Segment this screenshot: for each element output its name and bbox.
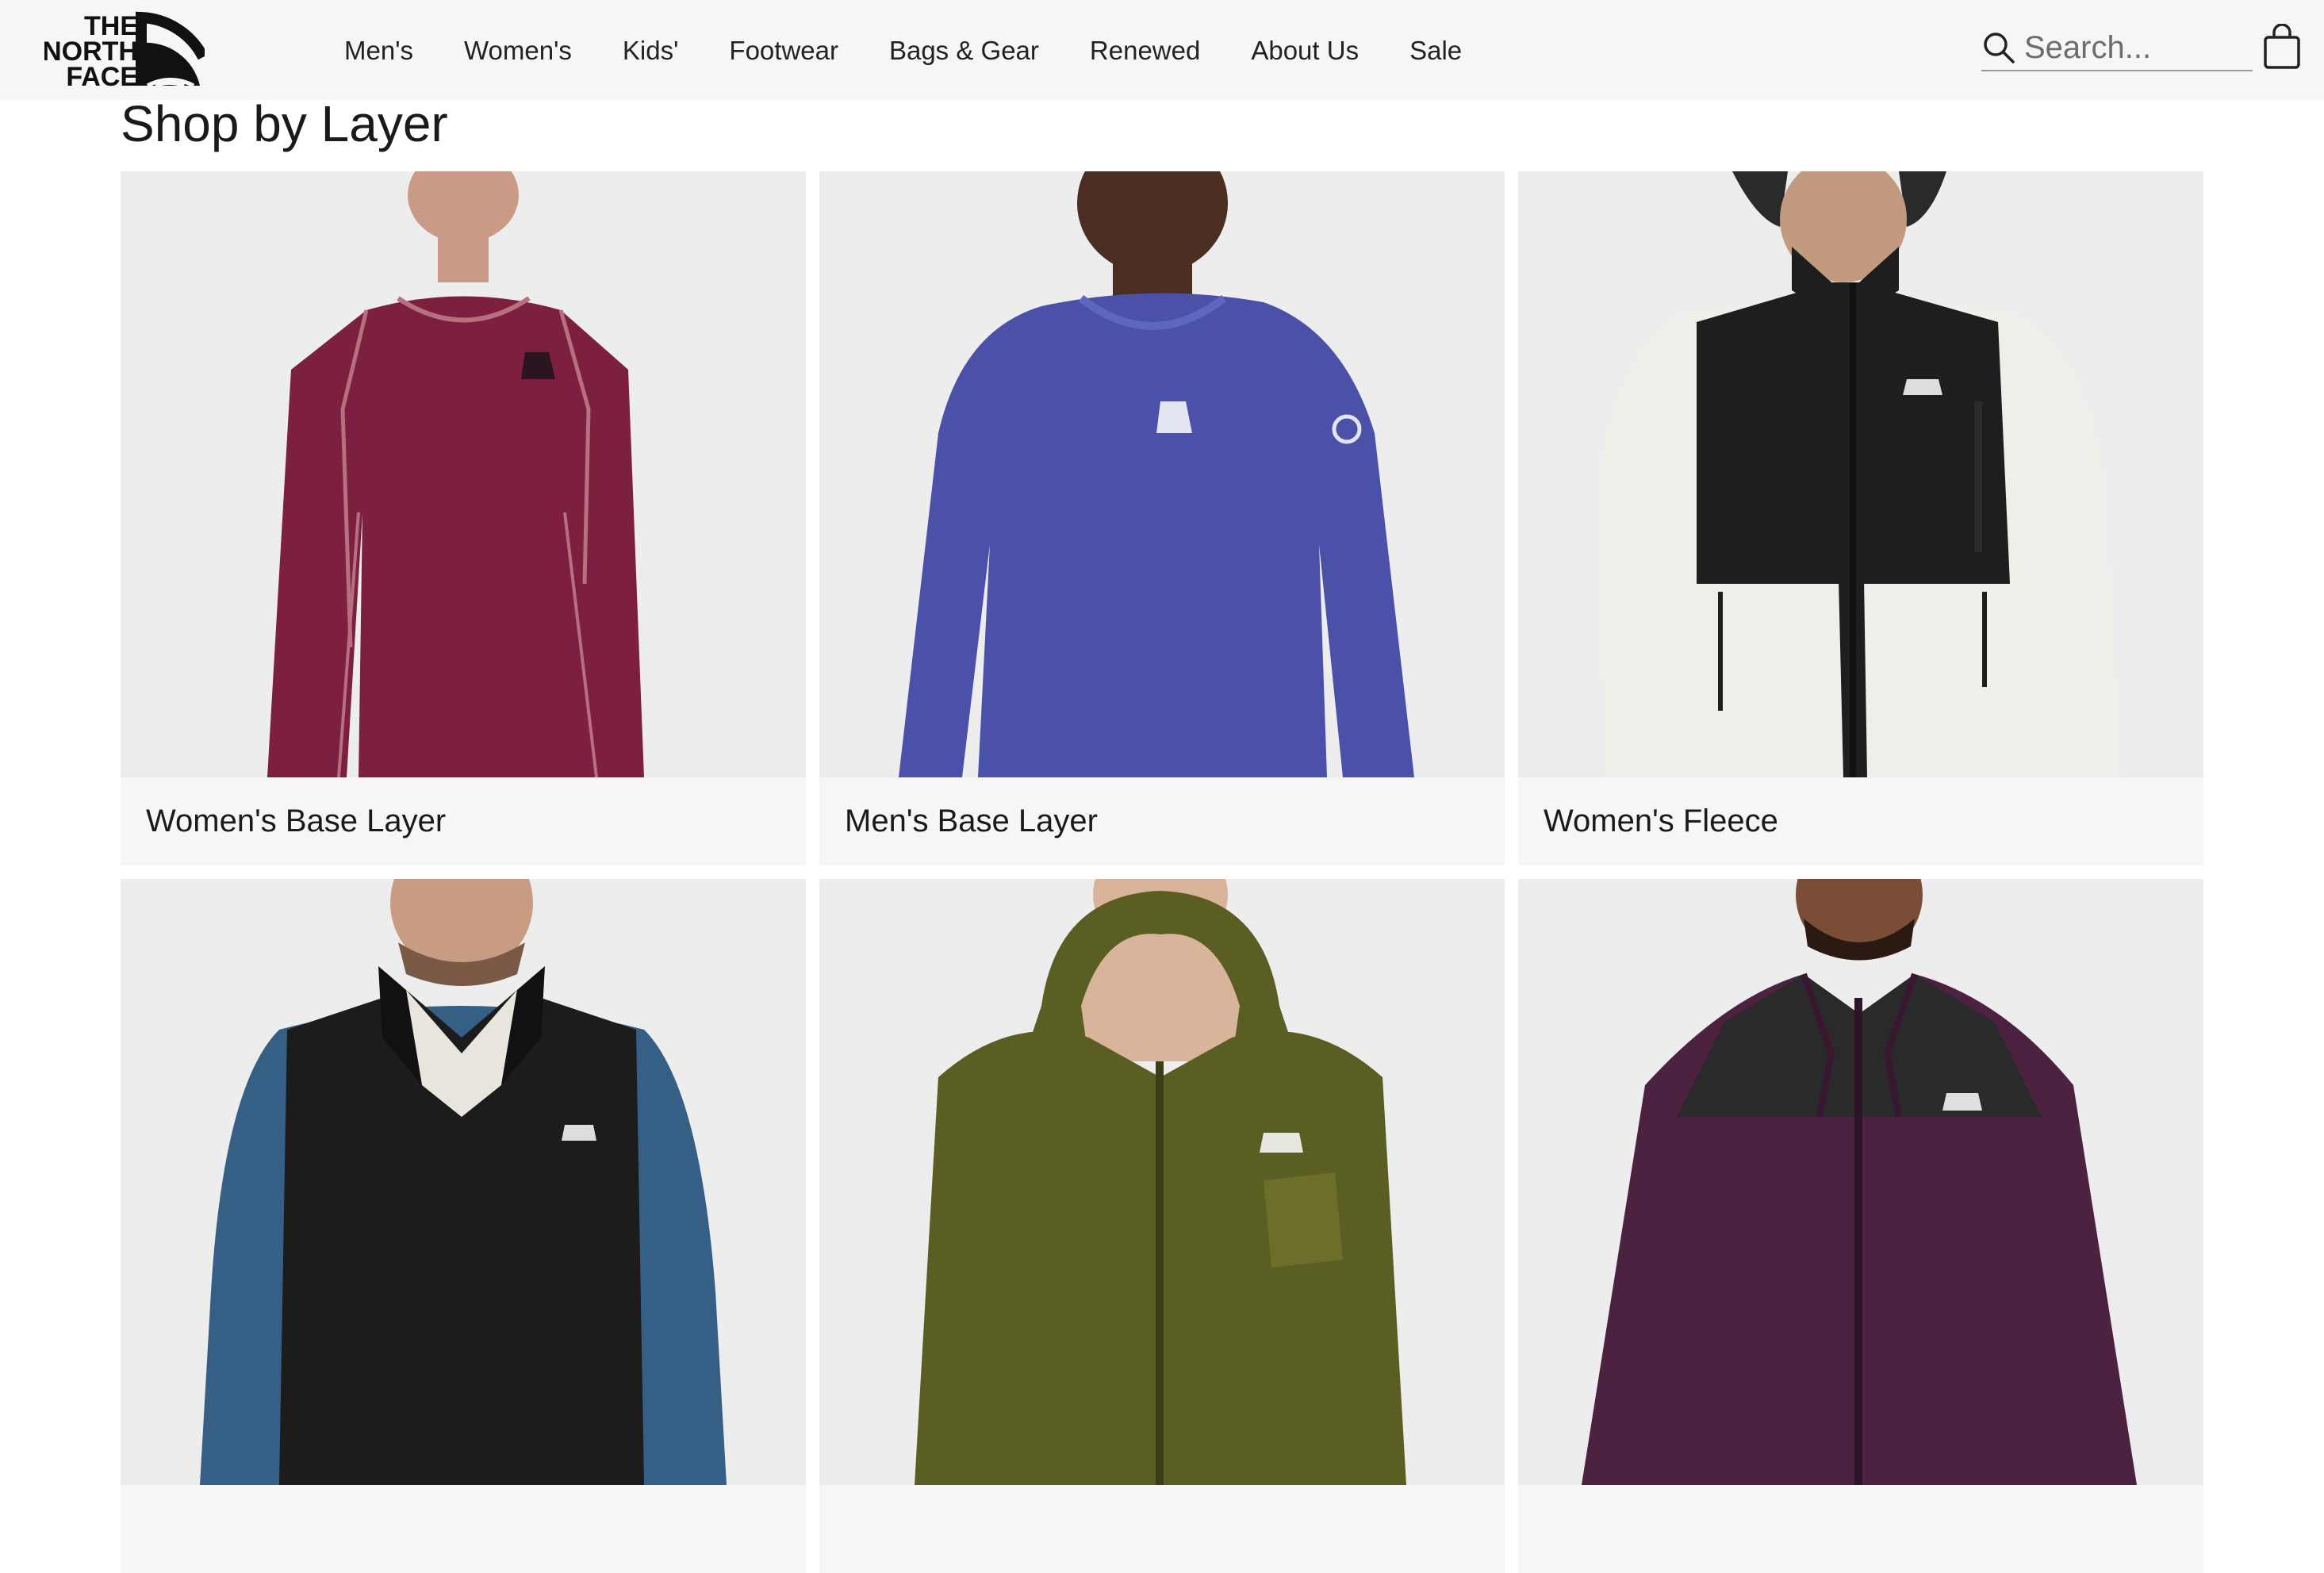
category-card-womens-base-layer[interactable]: Women's Base Layer <box>121 171 806 865</box>
product-image <box>819 879 1505 1485</box>
category-label <box>819 1485 1505 1573</box>
category-card-mens-base-layer[interactable]: Men's Base Layer <box>819 171 1505 865</box>
svg-text:FACE: FACE <box>66 62 138 87</box>
nav-item-footwear[interactable]: Footwear <box>729 37 838 63</box>
category-label: Women's Fleece <box>1544 804 1778 838</box>
category-label: Women's Base Layer <box>146 804 447 838</box>
fleece-jacket-icon <box>1597 171 2121 777</box>
product-image <box>1518 171 2203 777</box>
section-title: Shop by Layer <box>121 95 448 152</box>
north-face-logo[interactable]: THE NORTH FACE <box>44 11 205 87</box>
product-image <box>121 171 806 777</box>
nav-item-mens[interactable]: Men's <box>344 37 413 63</box>
nav-item-womens[interactable]: Women's <box>464 37 572 63</box>
product-category-grid: Women's Base Layer Men's Base Layer Wome… <box>121 171 2203 1573</box>
category-label <box>121 1485 806 1573</box>
category-label <box>1518 1485 2203 1573</box>
category-card-5[interactable] <box>819 879 1505 1573</box>
site-header: THE NORTH FACE Men's Women's Kids' Footw… <box>0 0 2324 100</box>
search-input[interactable] <box>2024 29 2246 66</box>
product-image <box>121 879 806 1485</box>
search-icon[interactable] <box>1981 30 2016 65</box>
insulated-jacket-icon <box>1582 879 2137 1485</box>
base-layer-shirt-icon <box>267 171 644 777</box>
category-label: Men's Base Layer <box>845 804 1098 838</box>
fleece-jacket-icon <box>200 879 727 1485</box>
rain-jacket-icon <box>915 879 1406 1485</box>
category-card-womens-fleece[interactable]: Women's Fleece <box>1518 171 2203 865</box>
product-image <box>1518 879 2203 1485</box>
shopping-bag-icon[interactable] <box>2262 24 2302 70</box>
category-card-4[interactable] <box>121 879 806 1573</box>
category-card-6[interactable] <box>1518 879 2203 1573</box>
main-nav: Men's Women's Kids' Footwear Bags & Gear… <box>344 0 1462 100</box>
product-image <box>819 171 1505 777</box>
nav-item-bags-gear[interactable]: Bags & Gear <box>889 37 1039 63</box>
nav-item-renewed[interactable]: Renewed <box>1090 37 1200 63</box>
nav-item-about-us[interactable]: About Us <box>1251 37 1359 63</box>
nav-item-kids[interactable]: Kids' <box>623 37 679 63</box>
base-layer-shirt-icon <box>899 171 1414 777</box>
search-box <box>1981 25 2253 71</box>
nav-item-sale[interactable]: Sale <box>1409 37 1462 63</box>
logo-mark-icon: THE NORTH FACE <box>44 11 205 87</box>
